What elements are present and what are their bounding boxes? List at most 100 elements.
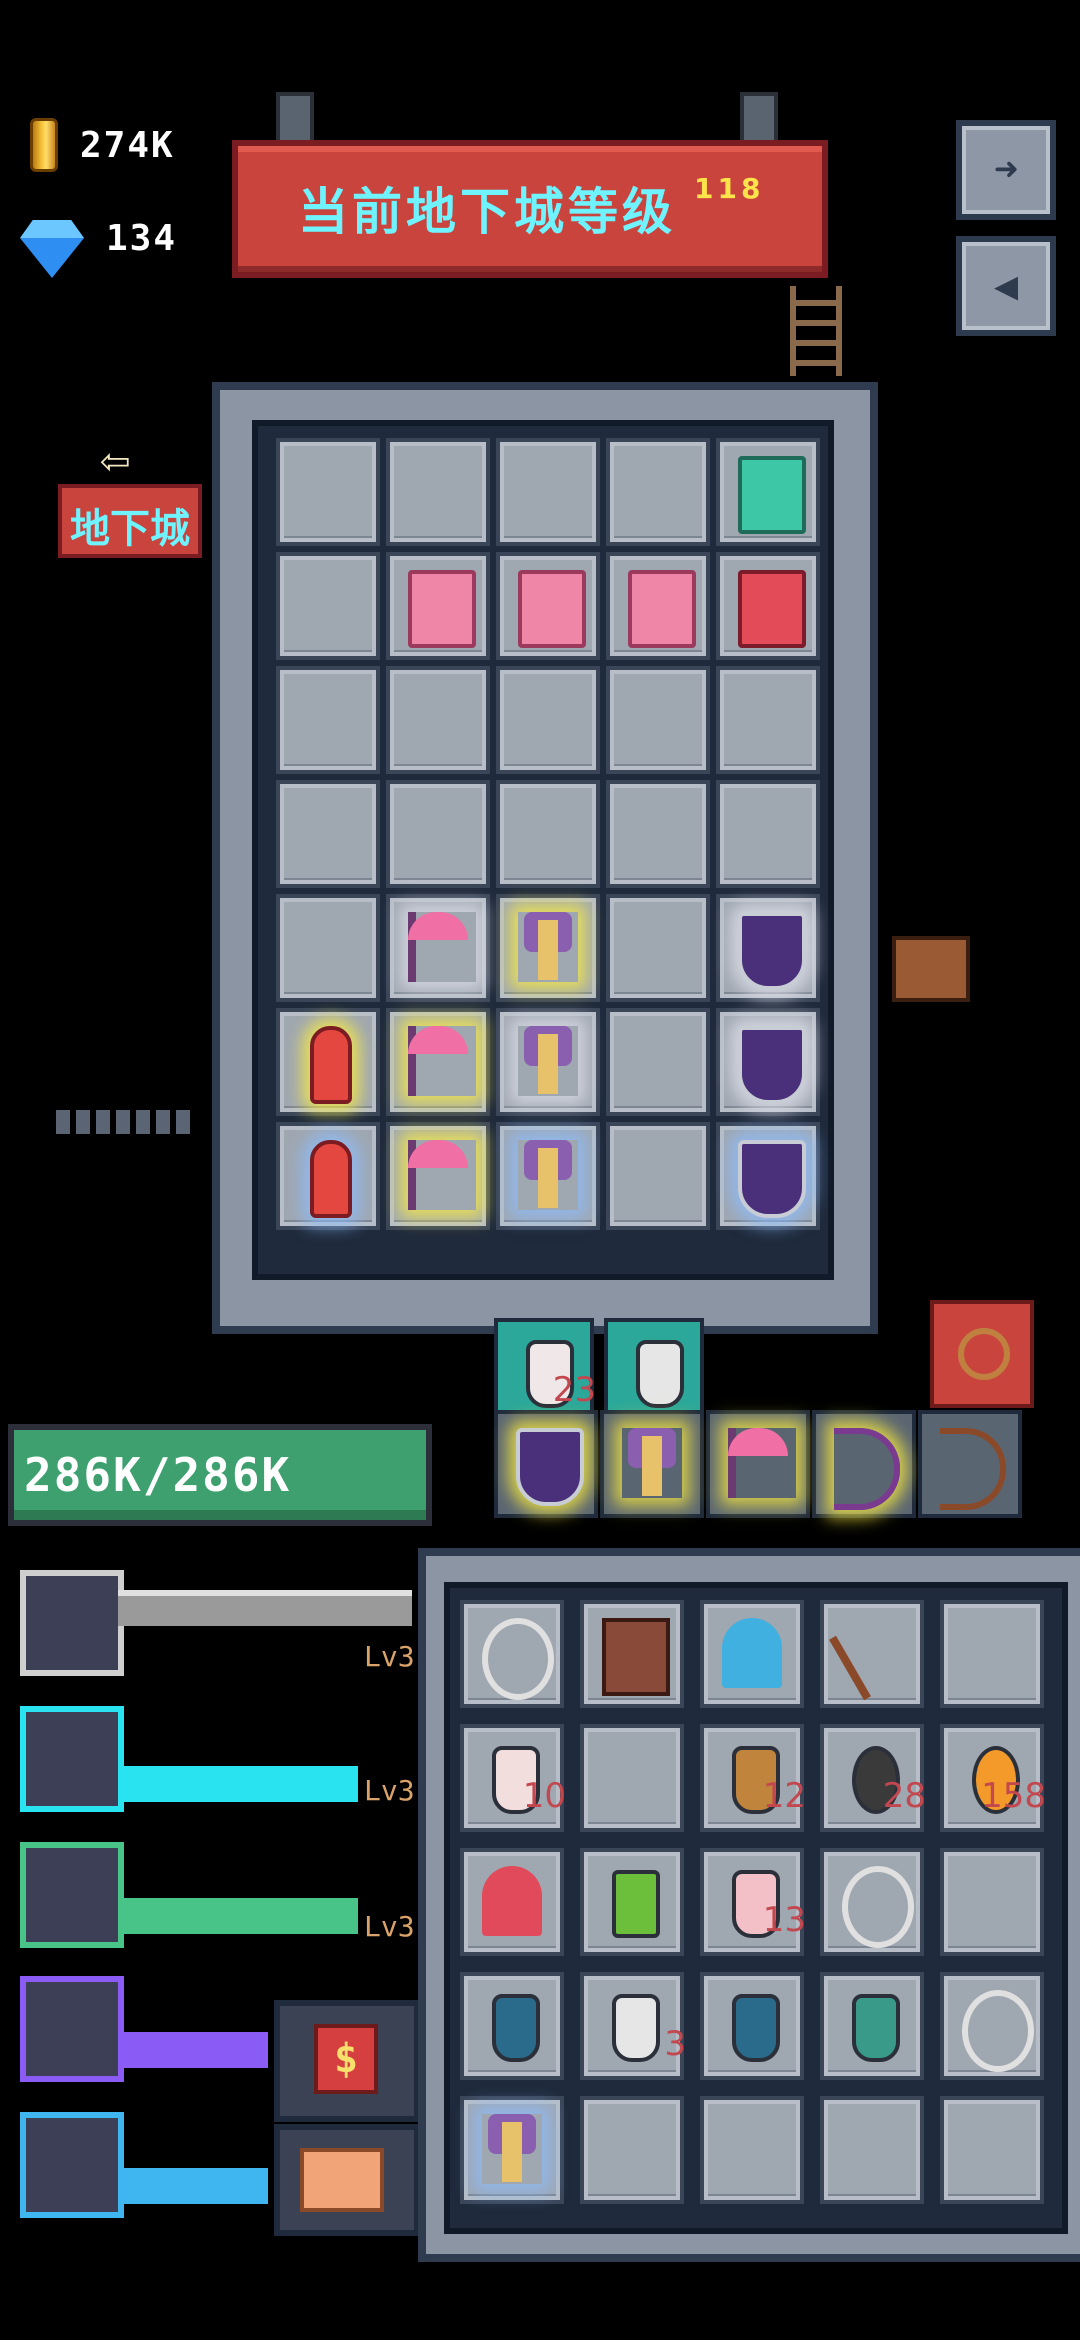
spike-decoration — [56, 1110, 196, 1134]
inventory-slot[interactable] — [940, 1600, 1044, 1708]
gem-amount: 134 — [106, 217, 178, 259]
scythe-icon — [408, 1140, 476, 1210]
treasure-chest-icon[interactable] — [892, 936, 970, 1002]
grid-slot[interactable] — [716, 666, 820, 774]
inventory-slot[interactable] — [700, 2096, 804, 2204]
grid-slot[interactable] — [496, 780, 600, 888]
inventory-slot[interactable] — [820, 2096, 924, 2204]
inventory-slot[interactable] — [460, 1600, 564, 1708]
inventory-slot[interactable]: 3 — [580, 1972, 686, 2080]
grid-slot[interactable] — [386, 552, 490, 660]
skill-icon-5[interactable] — [20, 2112, 124, 2218]
inventory-slot[interactable] — [940, 2096, 1044, 2204]
horn-icon — [482, 1618, 554, 1700]
grid-slot[interactable] — [496, 666, 600, 774]
grid-slot[interactable] — [276, 780, 380, 888]
skill-icon-2[interactable] — [20, 1706, 124, 1812]
inventory-slot[interactable] — [460, 2096, 564, 2204]
skill-icon-3[interactable] — [20, 1842, 124, 1948]
grid-slot[interactable] — [496, 1122, 600, 1230]
tome-icon — [602, 1618, 670, 1696]
inventory-slot[interactable] — [580, 1848, 684, 1956]
shield-icon — [738, 1140, 806, 1218]
inventory-slot[interactable] — [820, 1848, 924, 1956]
equip-slot[interactable] — [812, 1410, 916, 1518]
storage-button[interactable] — [274, 2124, 420, 2236]
grid-slot[interactable] — [386, 438, 490, 546]
skull-staff-icon — [518, 912, 578, 982]
inventory-slot[interactable]: 28 — [820, 1724, 926, 1832]
grid-slot[interactable] — [716, 780, 820, 888]
grid-slot[interactable] — [606, 780, 710, 888]
equip-slot[interactable] — [706, 1410, 810, 1518]
grid-slot[interactable] — [496, 1008, 600, 1116]
grid-slot[interactable] — [716, 438, 820, 546]
stone-count: 28 — [882, 1776, 926, 1816]
skull-staff-icon — [518, 1026, 578, 1096]
white-potion-count: 3 — [664, 2024, 686, 2064]
inventory-slot[interactable] — [820, 1972, 924, 2080]
sound-button[interactable]: ◀ — [956, 236, 1056, 336]
inventory-slot[interactable] — [820, 1600, 924, 1708]
grid-slot[interactable] — [606, 666, 710, 774]
inventory-slot[interactable] — [940, 1848, 1044, 1956]
red-pickaxe-book-icon — [738, 570, 806, 648]
exit-button[interactable]: ➜ — [956, 120, 1056, 220]
inventory-slot[interactable] — [940, 1972, 1044, 2080]
green-spellbook-icon — [738, 456, 806, 534]
inventory-slot[interactable]: 13 — [700, 1848, 806, 1956]
inventory-slot[interactable] — [460, 1972, 564, 2080]
grid-slot[interactable] — [716, 1122, 820, 1230]
inventory-slot[interactable] — [700, 1972, 804, 2080]
inventory-slot[interactable]: 12 — [700, 1724, 806, 1832]
back-arrow-icon[interactable]: ⇦ — [100, 430, 130, 488]
inventory-slot[interactable]: 10 — [460, 1724, 566, 1832]
grid-slot[interactable] — [606, 438, 710, 546]
grid-slot[interactable] — [606, 1122, 710, 1230]
wand-icon — [829, 1605, 923, 1701]
inventory-slot[interactable] — [580, 2096, 684, 2204]
grid-slot[interactable] — [716, 894, 820, 1002]
grid-slot[interactable] — [496, 552, 600, 660]
inventory-slot[interactable]: 158 — [940, 1724, 1046, 1832]
equip-slot[interactable] — [600, 1410, 704, 1518]
grid-slot[interactable] — [386, 780, 490, 888]
grid-slot[interactable] — [276, 1008, 380, 1116]
inventory-slot[interactable] — [460, 1848, 564, 1956]
ring-slot[interactable] — [930, 1300, 1034, 1408]
grid-slot[interactable] — [386, 666, 490, 774]
inventory-slot[interactable] — [580, 1724, 684, 1832]
grid-slot[interactable] — [276, 1122, 380, 1230]
grid-slot[interactable] — [496, 438, 600, 546]
shop-button[interactable]: $ — [274, 2000, 420, 2122]
hp-text: 286K/286K — [24, 1448, 292, 1502]
dungeon-tab[interactable]: 地下城 — [58, 484, 202, 558]
grid-slot[interactable] — [276, 666, 380, 774]
grid-slot[interactable] — [606, 894, 710, 1002]
dungeon-tab-label: 地下城 — [70, 506, 190, 552]
equip-slot[interactable] — [918, 1410, 1022, 1518]
dungeon-grid-panel — [212, 382, 878, 1334]
grid-slot[interactable] — [276, 438, 380, 546]
skill-icon-1[interactable] — [20, 1570, 124, 1676]
grid-slot[interactable] — [276, 894, 380, 1002]
grid-slot[interactable] — [716, 1008, 820, 1116]
grid-slot[interactable] — [716, 552, 820, 660]
grid-slot[interactable] — [386, 1008, 490, 1116]
inventory-slot[interactable] — [700, 1600, 804, 1708]
grid-slot[interactable] — [496, 894, 600, 1002]
skill-icon-4[interactable] — [20, 1976, 124, 2082]
grid-slot[interactable] — [606, 552, 710, 660]
grid-slot[interactable] — [386, 894, 490, 1002]
pink-shield-book-icon — [628, 570, 696, 648]
ring-icon — [842, 1866, 914, 1948]
grid-slot[interactable] — [276, 552, 380, 660]
green-jar-icon — [612, 1870, 660, 1938]
grid-slot[interactable] — [386, 1122, 490, 1230]
skill-level-2: Lv3 — [364, 1774, 415, 1807]
skill-level-3: Lv3 — [364, 1910, 415, 1943]
inventory-slot[interactable] — [580, 1600, 684, 1708]
equip-slot[interactable] — [494, 1410, 598, 1518]
white-potion-icon — [636, 1340, 684, 1408]
grid-slot[interactable] — [606, 1008, 710, 1116]
